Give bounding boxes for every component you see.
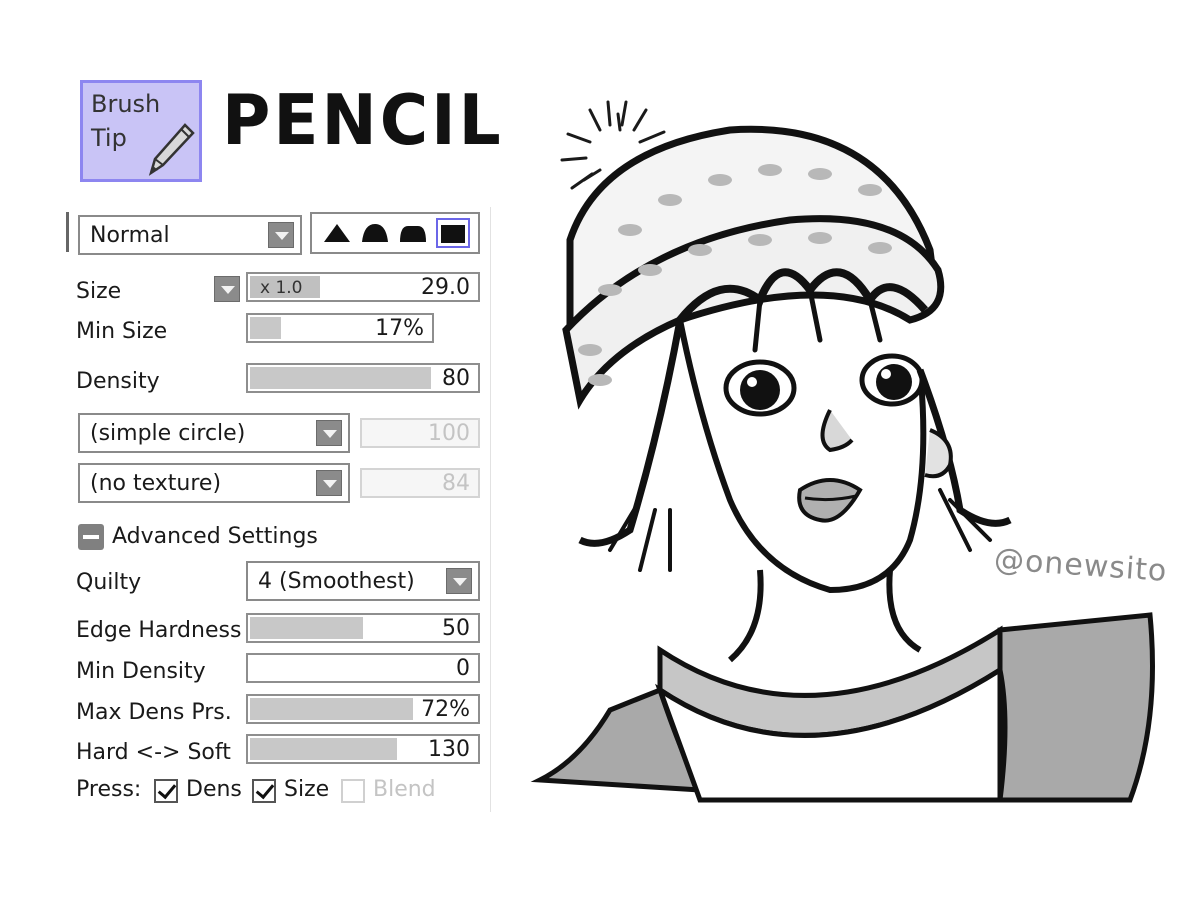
brush-shape-value: (simple circle) <box>90 421 246 446</box>
texture-select[interactable]: (no texture) <box>78 463 350 503</box>
size-label: Size <box>76 279 122 304</box>
quality-label: Quilty <box>76 570 142 595</box>
chevron-down-icon[interactable] <box>316 470 342 496</box>
panel-edge <box>66 212 69 252</box>
brush-tip-button[interactable]: Brush Tip <box>80 80 202 182</box>
size-multiplier: x 1.0 <box>260 278 303 298</box>
shape-flat-round-icon[interactable] <box>398 220 428 246</box>
shape-pointed-icon[interactable] <box>322 220 352 246</box>
edge-hardness-value: 50 <box>442 616 470 641</box>
size-slider[interactable]: x 1.0 29.0 <box>246 272 480 302</box>
edge-hardness-fill <box>250 617 363 639</box>
density-value: 80 <box>442 366 470 391</box>
chevron-down-icon[interactable] <box>316 420 342 446</box>
size-chevron-down-icon[interactable] <box>214 276 240 302</box>
max-dens-prs-slider[interactable]: 72% <box>246 694 480 724</box>
character-artwork <box>530 100 1155 803</box>
blend-mode-value: Normal <box>90 223 170 248</box>
advanced-settings-label[interactable]: Advanced Settings <box>112 524 318 549</box>
texture-strength-value: 84 <box>442 471 470 496</box>
min-size-slider[interactable]: 17% <box>246 313 434 343</box>
quality-select[interactable]: 4 (Smoothest) <box>246 561 480 601</box>
max-dens-prs-fill <box>250 698 413 720</box>
min-density-label: Min Density <box>76 659 206 684</box>
press-label: Press: <box>76 777 142 802</box>
texture-strength-slider: 84 <box>360 468 480 498</box>
density-fill <box>250 367 431 389</box>
brush-shape-select[interactable]: (simple circle) <box>78 413 350 453</box>
min-size-fill <box>250 317 281 339</box>
tool-title: PENCIL <box>222 80 504 161</box>
hard-soft-label: Hard <-> Soft <box>76 740 231 765</box>
min-size-label: Min Size <box>76 319 168 344</box>
edge-hardness-slider[interactable]: 50 <box>246 613 480 643</box>
max-dens-prs-value: 72% <box>421 697 470 722</box>
press-size-label: Size <box>284 777 330 802</box>
size-value: 29.0 <box>421 275 470 300</box>
min-density-slider[interactable]: 0 <box>246 653 480 683</box>
hard-soft-slider[interactable]: 130 <box>246 734 480 764</box>
press-blend-checkbox <box>341 779 365 803</box>
pencil-icon <box>148 123 195 176</box>
chevron-down-icon[interactable] <box>268 222 294 248</box>
press-blend-label: Blend <box>373 777 436 802</box>
press-size-checkbox[interactable] <box>252 779 276 803</box>
density-label: Density <box>76 369 160 394</box>
press-density-checkbox[interactable] <box>154 779 178 803</box>
shape-strength-slider: 100 <box>360 418 480 448</box>
max-dens-prs-label: Max Dens Prs. <box>76 700 232 725</box>
min-size-value: 17% <box>375 316 424 341</box>
minus-icon[interactable] <box>78 524 104 550</box>
blend-mode-select[interactable]: Normal <box>78 215 302 255</box>
shape-strength-value: 100 <box>428 421 470 446</box>
quality-value: 4 (Smoothest) <box>258 569 415 594</box>
shape-round-icon[interactable] <box>360 220 390 246</box>
press-density-label: Dens <box>186 777 242 802</box>
shape-square-icon[interactable] <box>436 218 470 248</box>
density-slider[interactable]: 80 <box>246 363 480 393</box>
edge-hardness-label: Edge Hardness <box>76 618 242 643</box>
min-density-value: 0 <box>456 656 470 681</box>
texture-value: (no texture) <box>90 471 222 496</box>
hard-soft-value: 130 <box>428 737 470 762</box>
hard-soft-fill <box>250 738 397 760</box>
chevron-down-icon[interactable] <box>446 568 472 594</box>
brush-shape-group <box>310 212 480 254</box>
